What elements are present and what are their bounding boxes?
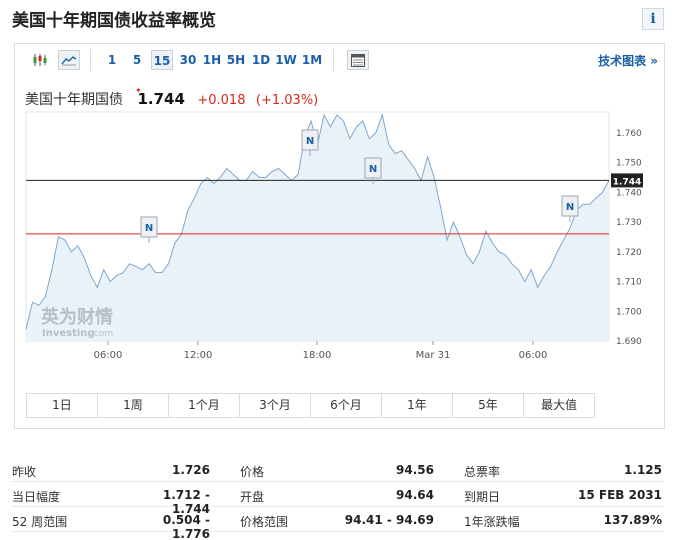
x-tick-label: 12:00: [184, 350, 213, 361]
y-tick-label: 1.700: [616, 307, 642, 317]
x-tick-label: 06:00: [94, 350, 123, 361]
stat-label: 昨收: [12, 465, 37, 479]
range-3m[interactable]: 3个月: [240, 394, 311, 417]
range-max[interactable]: 最大值: [524, 394, 594, 417]
stat-label: 价格: [240, 465, 265, 479]
y-tick-label: 1.740: [616, 188, 642, 198]
watermark-logo: 英为财情: [40, 306, 113, 328]
price-chart[interactable]: 1.760 1.750 1.740 1.730 1.720 1.710 1.700 1.690…: [15, 44, 664, 389]
x-tick-label: 18:00: [303, 350, 332, 361]
range-1w[interactable]: 1周: [98, 394, 169, 417]
stat-value: 1.726: [172, 463, 210, 477]
y-tick-label: 1.710: [616, 278, 642, 288]
x-tick-label: Mar 31: [416, 350, 451, 361]
stat-label: 1年涨跌幅: [464, 515, 520, 529]
y-tick-label: 1.750: [616, 159, 642, 169]
stat-label: 到期日: [464, 490, 501, 504]
range-1d[interactable]: 1日: [27, 394, 98, 417]
news-marker-label: N: [145, 223, 153, 234]
page-title: 美国十年期国债收益率概览: [12, 11, 216, 31]
stat-value: 15 FEB 2031: [578, 488, 662, 502]
news-marker-label: N: [566, 202, 574, 213]
news-marker-label: N: [306, 136, 314, 147]
stats-row: 昨收 1.726 价格 94.56 总票率 1.125: [12, 458, 664, 482]
stat-value: 94.56: [396, 463, 434, 477]
stats-row: 当日幅度 1.712 - 1.744 开盘 94.64 到期日 15 FEB 2…: [12, 483, 664, 516]
y-tick-label: 1.730: [616, 218, 642, 228]
range-5y[interactable]: 5年: [453, 394, 524, 417]
watermark-logo-en: Investing: [42, 328, 95, 339]
news-marker-label: N: [369, 164, 377, 175]
range-1y[interactable]: 1年: [382, 394, 453, 417]
y-tick-label: 1.760: [616, 129, 642, 139]
stat-value: 137.89%: [603, 513, 662, 527]
stat-value: 94.41 - 94.69: [344, 513, 434, 527]
range-1m[interactable]: 1个月: [169, 394, 240, 417]
stats-row: 52 周范围 0.504 - 1.776 价格范围 94.41 - 94.69 …: [12, 508, 664, 540]
stat-value: 0.504 - 1.776: [162, 513, 210, 540]
time-range-selector: 1日 1周 1个月 3个月 6个月 1年 5年 最大值: [26, 393, 595, 418]
range-6m[interactable]: 6个月: [311, 394, 382, 417]
stat-value: 94.64: [396, 488, 434, 502]
stat-label: 总票率: [464, 465, 501, 479]
watermark-logo-suffix: .com: [91, 329, 113, 339]
chart-panel: 1 5 15 30 1H 5H 1D 1W 1M 技术图表 » 美国十年期国债 …: [14, 43, 665, 429]
y-tick-label: 1.720: [616, 248, 642, 258]
stat-label: 价格范围: [240, 515, 289, 529]
current-price-label: 1.744: [613, 177, 641, 187]
stat-label: 当日幅度: [12, 490, 61, 504]
stat-label: 开盘: [240, 490, 265, 504]
info-button[interactable]: i: [642, 8, 664, 30]
y-tick-label: 1.690: [616, 337, 642, 347]
stat-label: 52 周范围: [12, 515, 68, 529]
x-tick-label: 06:00: [519, 350, 548, 361]
stat-value: 1.125: [624, 463, 662, 477]
